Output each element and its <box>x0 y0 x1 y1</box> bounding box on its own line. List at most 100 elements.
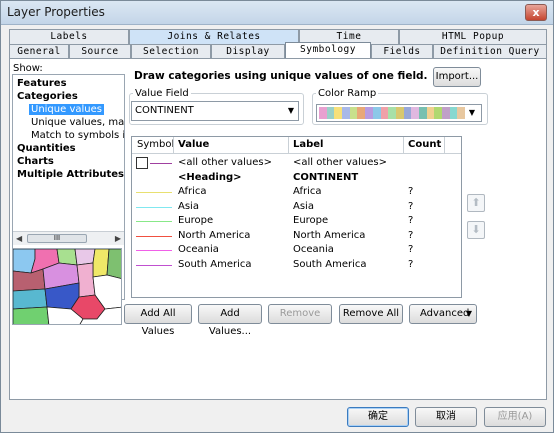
color-ramp-swatch <box>395 107 404 119</box>
table-row[interactable]: North America North America? <box>132 230 461 244</box>
values-grid[interactable]: Symbol Value Label Count <all other valu… <box>131 136 462 298</box>
row-count: ? <box>408 244 414 255</box>
remove-button[interactable]: Remove <box>268 304 332 324</box>
scroll-thumb[interactable]: III <box>27 234 87 243</box>
advanced-button[interactable]: Advanced ▼ <box>409 304 477 324</box>
add-values-button[interactable]: Add Values... <box>198 304 262 337</box>
symbol-swatch[interactable] <box>136 250 172 251</box>
tab-labels[interactable]: Labels <box>9 29 129 45</box>
color-ramp-swatch <box>326 107 335 119</box>
header-symbol[interactable]: Symbol <box>137 139 174 150</box>
header-divider <box>444 137 445 154</box>
move-up-button[interactable]: ⬆ <box>467 194 485 212</box>
color-ramp-swatch <box>418 107 427 119</box>
color-ramp-swatch <box>334 107 343 119</box>
symbology-preview-map <box>12 248 122 325</box>
color-ramp-swatch <box>426 107 435 119</box>
tree-item-categories[interactable]: Categories <box>17 91 78 102</box>
row-label[interactable]: Asia <box>293 201 314 212</box>
color-ramp-swatch <box>403 107 412 119</box>
tree-item-multiple-attributes[interactable]: Multiple Attributes <box>17 169 124 180</box>
color-ramp-swatch <box>449 107 458 119</box>
row-count: ? <box>408 229 414 241</box>
table-row[interactable]: Oceania Oceania? <box>132 244 461 258</box>
tree-item-quantities[interactable]: Quantities <box>17 143 76 154</box>
header-count[interactable]: Count <box>408 139 441 150</box>
symbol-swatch[interactable] <box>136 221 172 222</box>
symbol-swatch[interactable] <box>136 264 172 266</box>
value-field-select[interactable]: CONTINENT ▼ <box>131 101 299 121</box>
ok-button[interactable]: 确定 <box>347 407 409 427</box>
tab-joins-relates[interactable]: Joins & Relates <box>129 29 299 45</box>
tab-row-top: Labels Joins & Relates Time HTML Popup <box>9 29 547 45</box>
color-ramp-swatch <box>342 107 350 119</box>
tree-item-unique-values-many[interactable]: Unique values, many <box>31 117 124 128</box>
chevron-down-icon: ▼ <box>468 108 476 117</box>
color-ramp-swatch <box>442 107 450 119</box>
cancel-button[interactable]: 取消 <box>415 407 477 427</box>
row-value: <Heading> <box>178 171 242 183</box>
scroll-right-icon[interactable]: ▶ <box>115 234 121 243</box>
value-field-value: CONTINENT <box>135 105 194 116</box>
row-label[interactable]: <all other values> <box>293 157 387 168</box>
symbol-swatch[interactable] <box>150 163 172 164</box>
tree-item-unique-values[interactable]: Unique values <box>29 104 104 115</box>
color-ramp-swatch <box>357 107 366 119</box>
row-value: Europe <box>178 215 214 226</box>
tree-item-charts[interactable]: Charts <box>17 156 54 167</box>
row-value: Asia <box>178 200 199 212</box>
color-ramp-swatch <box>388 107 396 119</box>
symbology-panel: Show: Features Categories Unique values … <box>9 58 547 400</box>
color-ramp-swatches <box>319 107 466 119</box>
color-ramp-swatch <box>349 107 358 119</box>
show-label: Show: <box>13 63 43 74</box>
remove-all-button[interactable]: Remove All <box>339 304 403 324</box>
tree-horizontal-scrollbar[interactable]: ◀ III ▶ <box>13 231 124 245</box>
row-label[interactable]: CONTINENT <box>293 172 358 183</box>
scroll-left-icon[interactable]: ◀ <box>16 234 22 243</box>
header-divider <box>173 137 174 154</box>
color-ramp-swatch <box>380 107 389 119</box>
tab-html-popup[interactable]: HTML Popup <box>399 29 547 45</box>
color-ramp-select[interactable]: ▼ <box>316 104 482 122</box>
color-ramp-swatch <box>434 107 442 119</box>
apply-button[interactable]: 应用(A) <box>484 407 546 427</box>
row-label[interactable]: Europe <box>293 215 328 226</box>
tree-item-features[interactable]: Features <box>17 78 67 89</box>
row-value: <all other values> <box>178 157 272 168</box>
table-row[interactable]: Europe Europe? <box>132 215 461 229</box>
row-label[interactable]: Africa <box>293 186 322 197</box>
import-button[interactable]: Import... <box>433 67 481 87</box>
window-title: Layer Properties <box>7 5 105 19</box>
row-count: ? <box>408 200 414 212</box>
table-row[interactable]: South America South America? <box>132 259 461 273</box>
chevron-down-icon: ▼ <box>465 309 472 318</box>
chevron-down-icon: ▼ <box>287 106 294 115</box>
add-all-values-button[interactable]: Add All Values <box>124 304 192 337</box>
table-row[interactable]: Asia Asia? <box>132 201 461 215</box>
tree-item-match-to-symbols[interactable]: Match to symbols in a <box>31 130 124 141</box>
table-row[interactable]: Africa Africa? <box>132 186 461 200</box>
row-label[interactable]: South America <box>293 259 367 270</box>
symbol-swatch[interactable] <box>136 192 172 193</box>
color-ramp-swatch <box>411 107 419 119</box>
move-down-button[interactable]: ⬇ <box>467 221 485 239</box>
renderer-description: Draw categories using unique values of o… <box>134 70 428 82</box>
row-label[interactable]: North America <box>293 230 365 241</box>
header-divider <box>403 137 404 154</box>
grid-header: Symbol Value Label Count <box>132 137 461 154</box>
table-row[interactable]: <Heading> CONTINENT <box>132 172 461 186</box>
row-count: ? <box>408 258 414 270</box>
row-label[interactable]: Oceania <box>293 244 334 255</box>
color-ramp-label: Color Ramp <box>316 88 379 99</box>
header-label[interactable]: Label <box>293 139 324 150</box>
color-ramp-swatch <box>372 107 381 119</box>
color-ramp-swatch <box>365 107 373 119</box>
close-button[interactable]: x <box>525 4 547 21</box>
symbol-swatch[interactable] <box>136 206 172 208</box>
symbol-swatch[interactable] <box>136 235 172 237</box>
header-value[interactable]: Value <box>178 139 209 150</box>
symbol-swatch[interactable] <box>136 157 148 169</box>
color-ramp-swatch <box>457 107 466 119</box>
table-row[interactable]: <all other values> <all other values> <box>132 157 461 171</box>
